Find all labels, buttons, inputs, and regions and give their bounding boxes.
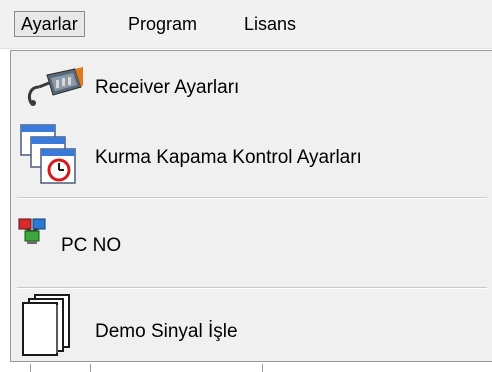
background-divider [30,364,31,372]
menu-item-kurma-kapama-label: Kurma Kapama Kontrol Ayarları [95,147,362,168]
menu-item-demo-sinyal-isle[interactable]: Demo Sinyal İşle [11,293,491,359]
background-window-edge [0,362,492,372]
receiver-device-icon [25,65,83,114]
menu-separator [17,287,487,289]
pc-network-icon [17,217,47,250]
menu-program[interactable]: Program [122,11,203,37]
menu-item-kurma-kapama-kontrol-ayarlari[interactable]: Kurma Kapama Kontrol Ayarları [11,119,491,193]
menu-item-pc-no-label: PC NO [61,235,122,256]
menu-item-pc-no[interactable]: PC NO [11,203,491,283]
background-divider [90,364,91,372]
menu-item-demo-sinyal-isle-label: Demo Sinyal İşle [95,321,238,342]
menubar: Ayarlar Program Lisans [0,0,492,49]
menu-ayarlar[interactable]: Ayarlar [14,11,85,37]
background-divider [262,364,263,372]
menu-lisans-label: Lisans [244,14,297,34]
menu-separator [17,197,487,199]
menu-item-receiver-ayarlari[interactable]: Receiver Ayarları [11,55,491,119]
menu-item-receiver-ayarlari-label: Receiver Ayarları [95,77,240,98]
menu-program-label: Program [128,14,198,34]
menu-ayarlar-label: Ayarlar [21,14,78,34]
app-window: Ayarlar Program Lisans Receiver Ayarları… [0,0,492,372]
windows-clock-icon [19,123,81,192]
stacked-pages-icon [19,293,75,362]
menu-lisans[interactable]: Lisans [238,11,302,37]
ayarlar-dropdown-menu: Receiver Ayarları Kurma Kapama Kontrol A… [10,50,492,362]
